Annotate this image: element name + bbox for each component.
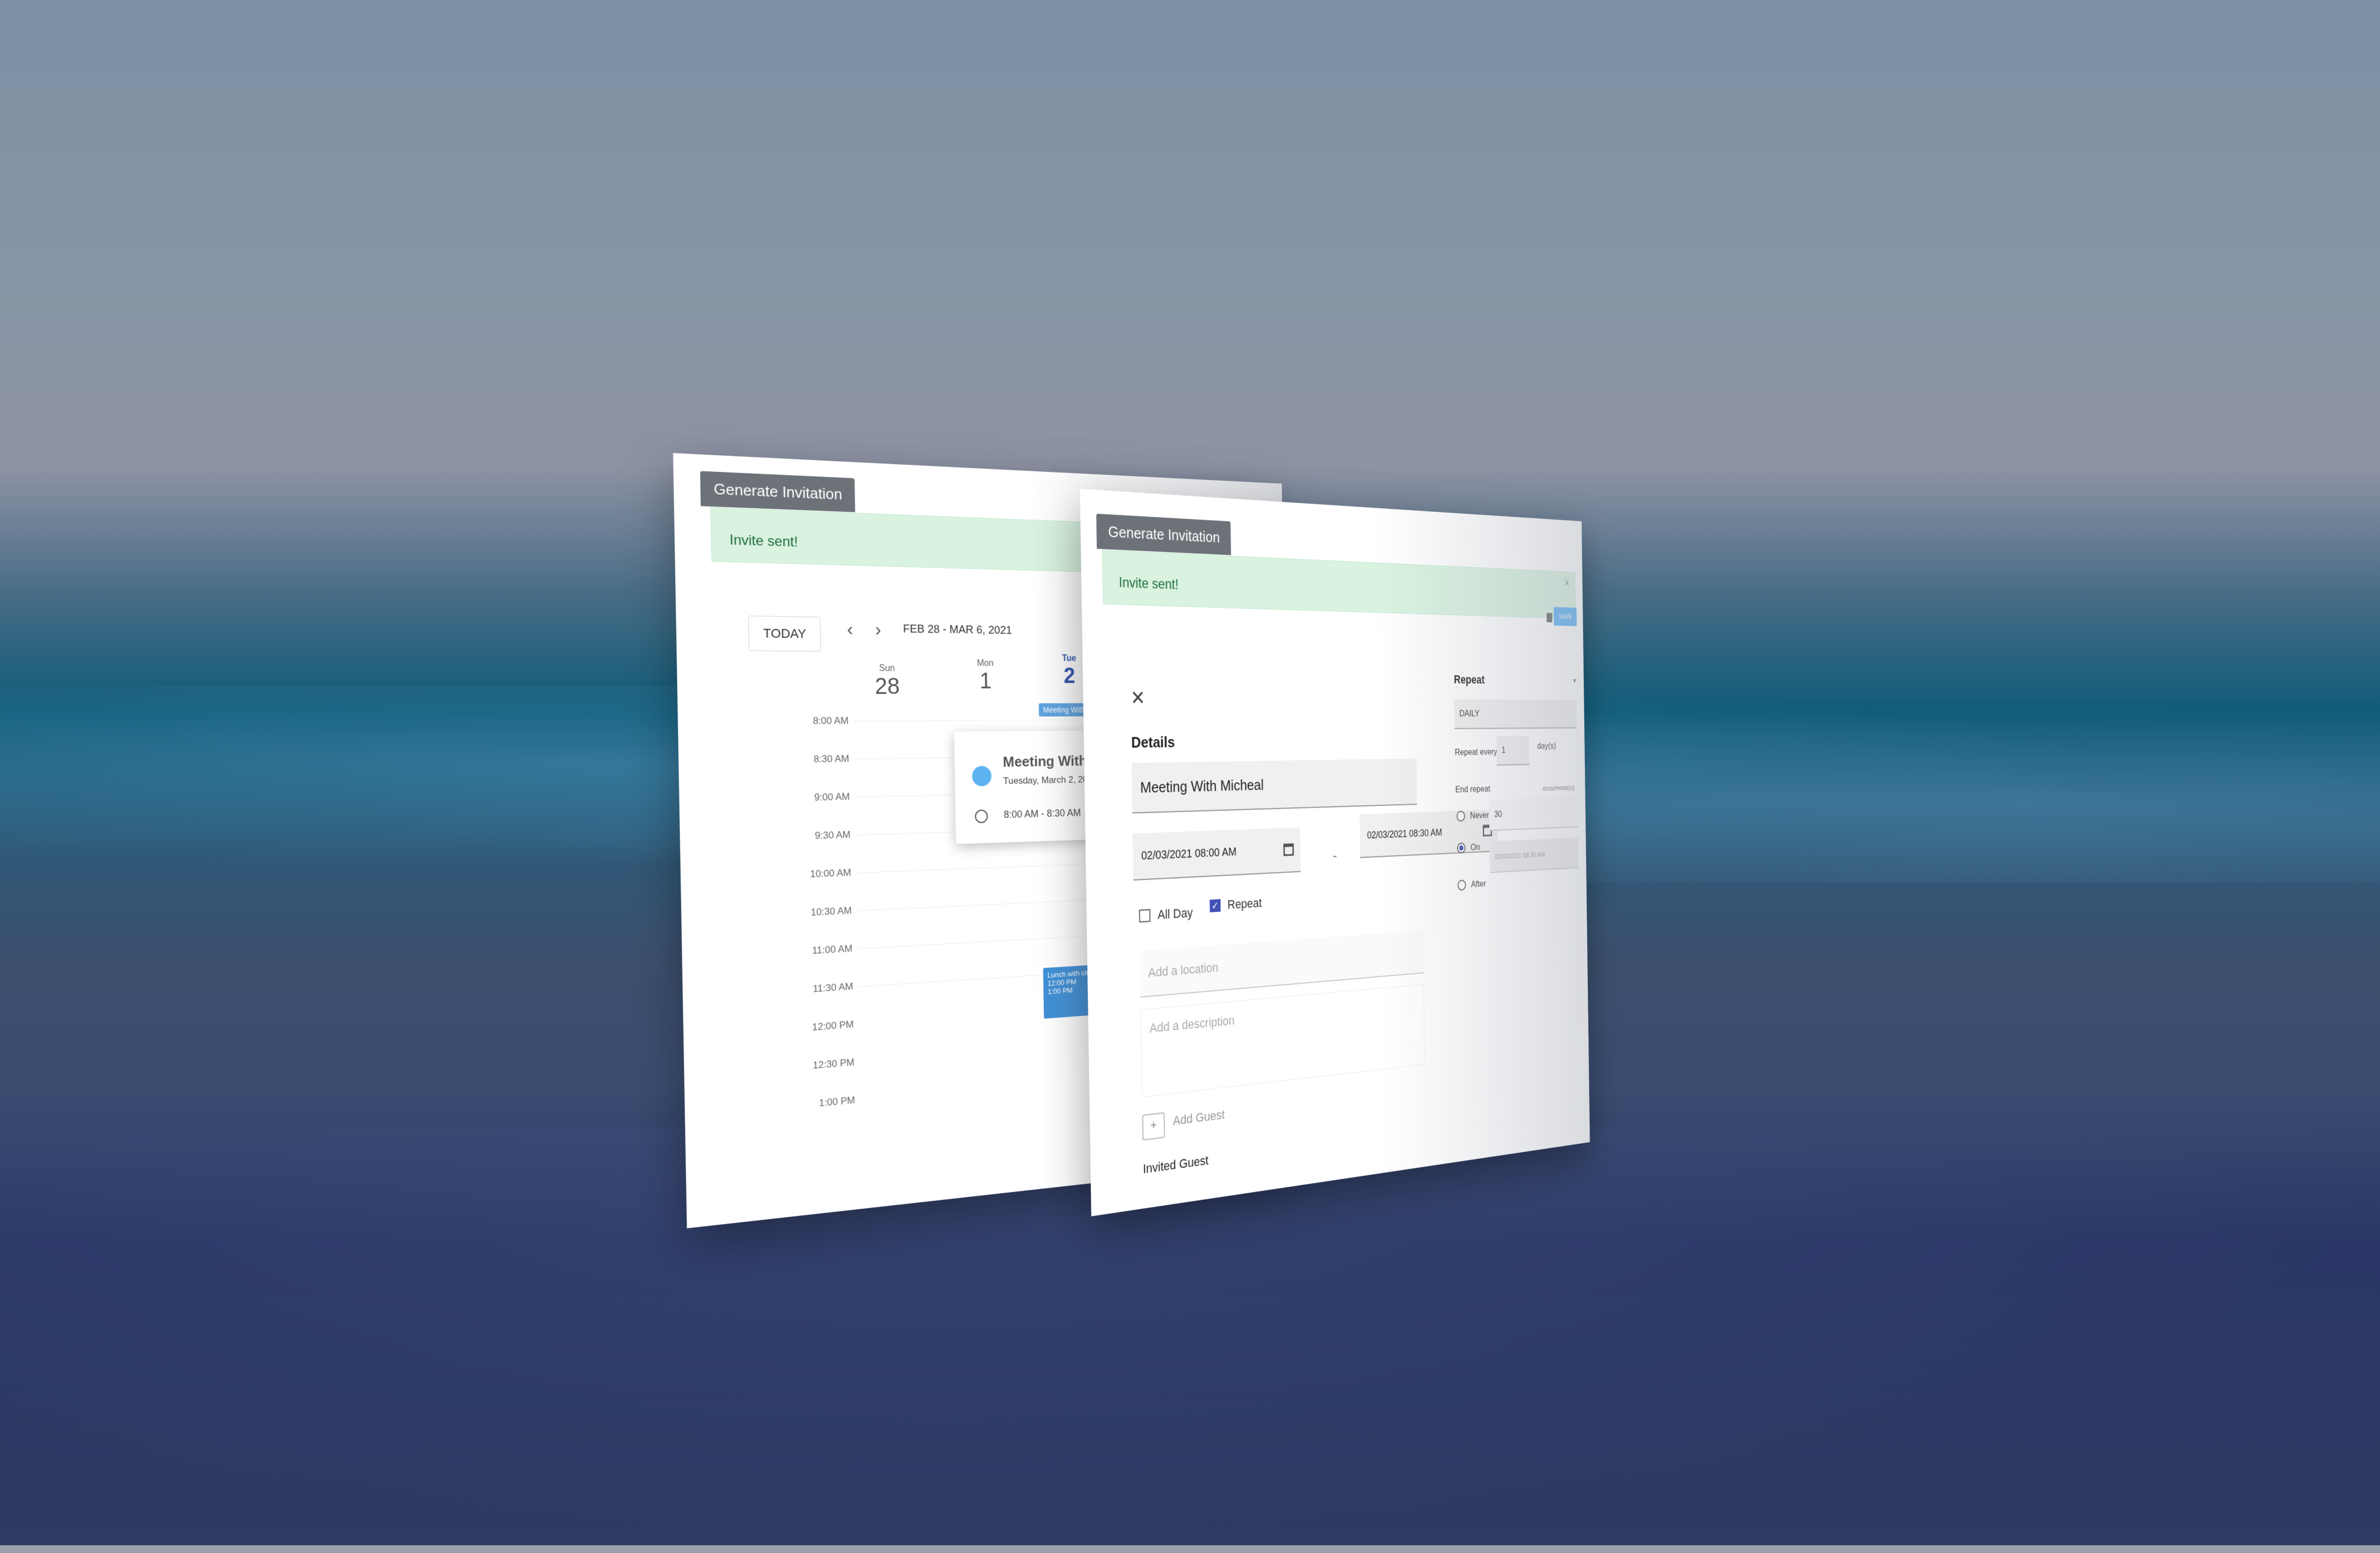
description-textarea[interactable]: Add a description: [1140, 984, 1425, 1098]
popup-date: Tuesday, March 2, 2021: [1003, 774, 1098, 786]
chevron-left-icon[interactable]: ‹: [847, 619, 854, 640]
time-label: 12:00 PM: [812, 1018, 854, 1033]
repeat-label: Repeat: [1227, 896, 1262, 912]
invited-guest-label: Invited Guest: [1142, 1153, 1209, 1177]
alert-close-icon[interactable]: x: [1565, 577, 1569, 588]
close-icon[interactable]: ✕: [1130, 686, 1145, 709]
time-label: 9:00 AM: [814, 791, 850, 803]
repeat-every-value: 1: [1501, 745, 1506, 755]
time-label: 1:00 PM: [818, 1094, 855, 1109]
repeat-frequency-select[interactable]: DAILY: [1454, 699, 1577, 730]
generate-invitation-button[interactable]: Generate Invitation: [700, 471, 855, 512]
alert-message: Invite sent!: [1118, 575, 1179, 593]
today-button[interactable]: TODAY: [748, 615, 821, 652]
end-repeat-label: End repeat: [1455, 783, 1491, 795]
description-placeholder: Add a description: [1149, 1012, 1235, 1036]
save-button[interactable]: SAVE: [1553, 607, 1577, 626]
day-num: 1: [979, 668, 992, 694]
end-date-input[interactable]: 02/03/2021 08:30 AM: [1489, 837, 1579, 873]
day-dow: Sun: [879, 663, 895, 674]
day-dow: Mon: [976, 658, 994, 669]
day-header-sun[interactable]: Sun 28: [853, 663, 920, 700]
end-date-value: 02/03/2021 08:30 AM: [1494, 850, 1546, 861]
date-range: FEB 28 - MAR 6, 2021: [902, 622, 1012, 637]
time-label: 8:30 AM: [813, 753, 849, 765]
add-guest-label: Add Guest: [1173, 1107, 1225, 1128]
generate-invitation-button[interactable]: Generate Invitation: [1096, 513, 1231, 555]
after-label: After: [1471, 878, 1486, 890]
end-value: 02/03/2021 08:30 AM: [1367, 826, 1442, 841]
occurrences-value: 30: [1494, 808, 1503, 820]
occurrences-input[interactable]: 30 occurrence(s): [1489, 783, 1578, 831]
title-input[interactable]: Meeting With Micheal: [1132, 758, 1417, 814]
occurrences-suffix: occurrence(s): [1543, 783, 1575, 792]
day-num: 28: [874, 674, 900, 699]
screen-bottom-bar: [0, 1545, 2380, 1553]
start-value: 02/03/2021 08:00 AM: [1141, 845, 1237, 863]
location-placeholder: Add a location: [1148, 960, 1219, 980]
all-day-checkbox[interactable]: [1139, 909, 1151, 923]
time-label: 9:30 AM: [814, 829, 851, 841]
on-label: On: [1470, 842, 1480, 853]
time-label: 10:30 AM: [810, 904, 852, 918]
frequency-value: DAILY: [1459, 708, 1480, 719]
after-radio[interactable]: [1457, 879, 1466, 891]
repeat-every-input[interactable]: 1: [1496, 736, 1530, 766]
all-day-label: All Day: [1157, 905, 1193, 922]
repeat-checkbox[interactable]: ✓: [1209, 899, 1221, 913]
repeat-every-label: Repeat every: [1454, 746, 1497, 758]
clock-icon: [975, 809, 988, 823]
alert-message: Invite sent!: [729, 532, 798, 551]
repeat-heading: Repeat: [1454, 672, 1485, 687]
chevron-down-icon[interactable]: ▾: [1573, 676, 1576, 685]
add-guest-button[interactable]: +: [1142, 1112, 1166, 1141]
never-label: Never: [1470, 810, 1489, 821]
time-label: 10:00 AM: [809, 867, 852, 880]
time-label: 12:30 PM: [812, 1057, 855, 1072]
time-column: 8:00 AM 8:30 AM 9:00 AM 9:30 AM 10:00 AM…: [768, 715, 856, 1140]
popup-time: 8:00 AM - 8:30 AM: [1003, 807, 1081, 820]
day-header-mon[interactable]: Mon 1: [953, 659, 1018, 694]
invite-alert: Invite sent! x: [1102, 549, 1576, 619]
start-datetime-input[interactable]: 02/03/2021 08:00 AM: [1132, 827, 1301, 881]
repeat-unit-label: day(s): [1537, 740, 1556, 751]
title-value: Meeting With Micheal: [1140, 776, 1264, 796]
event-color-dot: [972, 765, 992, 787]
chevron-right-icon[interactable]: ›: [875, 619, 882, 640]
calendar-icon[interactable]: [1283, 843, 1294, 856]
date-separator: -: [1333, 847, 1337, 864]
time-label: 8:00 AM: [812, 715, 849, 727]
event-editor-window: Generate Invitation Invite sent! x SAVE …: [1080, 489, 1590, 1217]
time-label: 11:30 AM: [812, 981, 854, 995]
time-label: 11:00 AM: [812, 943, 853, 956]
details-heading: Details: [1131, 733, 1175, 752]
delete-icon[interactable]: [1546, 613, 1553, 623]
perspective-scene: Generate Invitation Invite sent! x TODAY…: [0, 0, 2380, 1553]
